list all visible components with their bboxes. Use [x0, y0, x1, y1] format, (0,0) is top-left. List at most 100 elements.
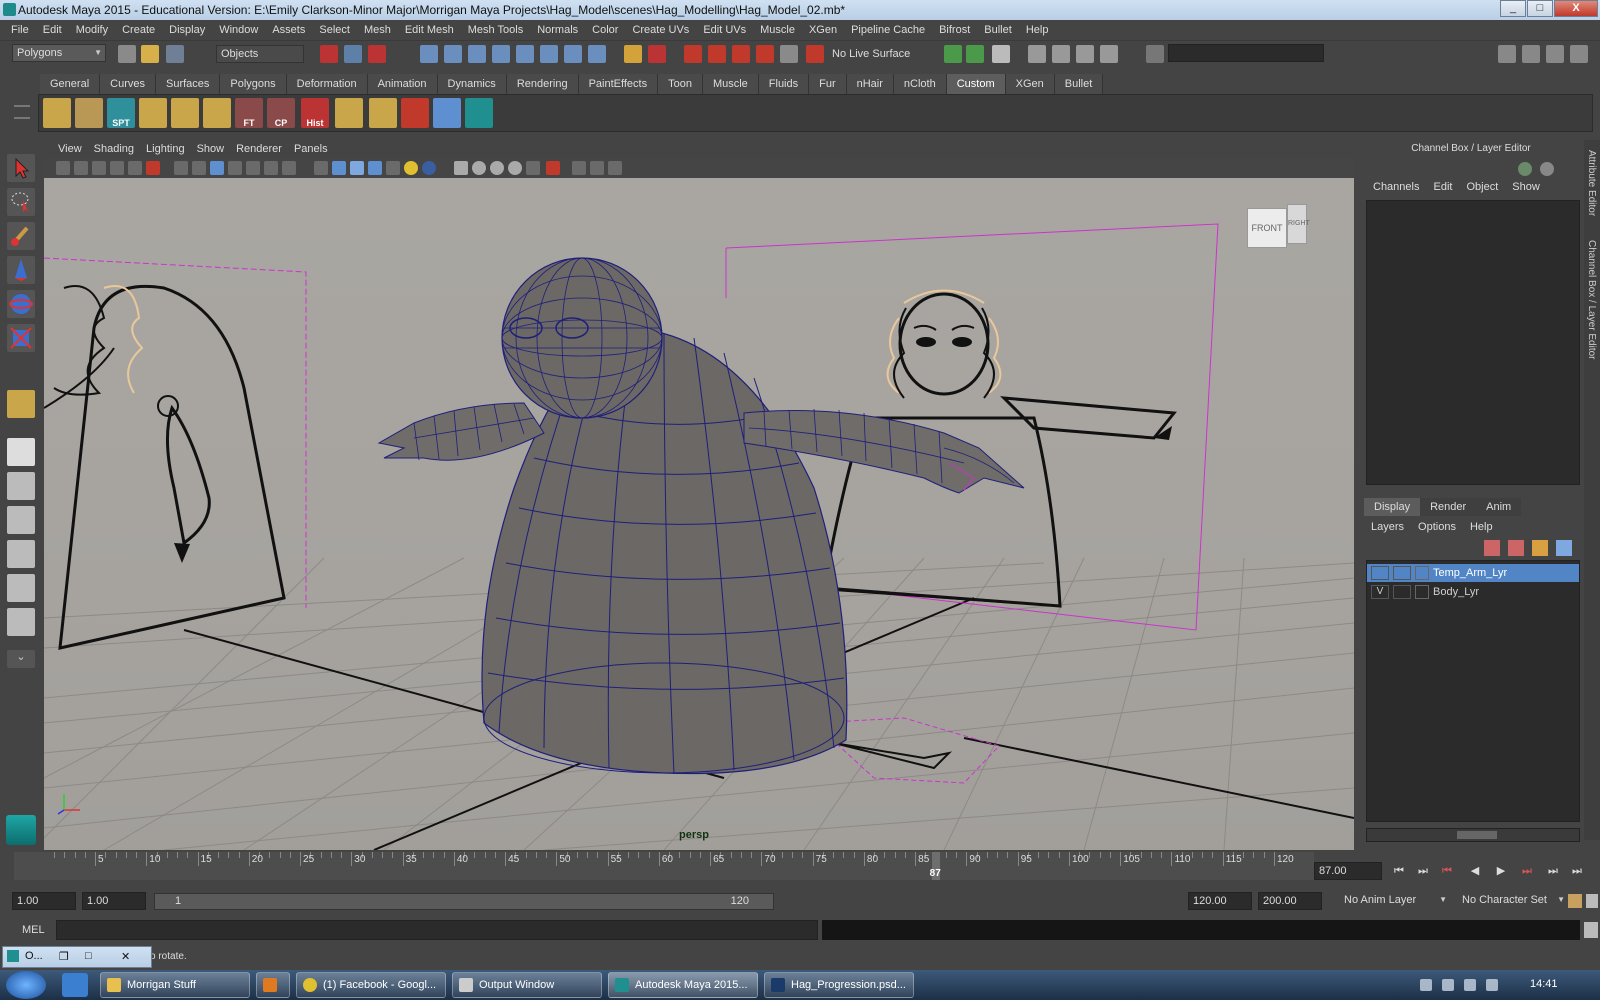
viewcube-front-face[interactable]: FRONT	[1247, 208, 1287, 248]
tab-muscle[interactable]: Muscle	[702, 74, 759, 94]
shelf-texture-icon[interactable]	[75, 98, 103, 128]
auto-key-icon[interactable]	[1568, 894, 1582, 908]
end-time-field[interactable]: 200.00	[1258, 892, 1322, 910]
menuset-dropdown[interactable]: Polygons ▼	[12, 44, 106, 62]
shelf-cp-icon[interactable]: CP	[267, 98, 295, 128]
snap-curve-icon[interactable]	[468, 45, 486, 63]
layer-visibility-toggle[interactable]: V	[1371, 585, 1389, 599]
history-icon[interactable]	[564, 45, 582, 63]
layer-visibility-toggle[interactable]	[1371, 566, 1389, 580]
tab-painteffects[interactable]: PaintEffects	[578, 74, 659, 94]
shadows-icon[interactable]	[422, 161, 436, 175]
snap-view-plane-icon[interactable]	[516, 45, 534, 63]
layout-channel-box-icon[interactable]	[1570, 45, 1588, 63]
perspective-viewport[interactable]: FRONT RIGHT persp	[44, 178, 1354, 850]
layout-hypershade-icon[interactable]	[7, 574, 35, 602]
2d-pan-zoom-icon[interactable]	[128, 161, 142, 175]
xray-joints-icon[interactable]	[546, 161, 560, 175]
tab-surfaces[interactable]: Surfaces	[155, 74, 221, 94]
menu-edit-uvs[interactable]: Edit UVs	[696, 20, 753, 40]
command-line-input[interactable]	[56, 920, 818, 940]
channel-box-menu-object[interactable]: Object	[1459, 178, 1505, 196]
new-scene-icon[interactable]	[118, 45, 136, 63]
shelf-unfold-icon[interactable]	[203, 98, 231, 128]
range-slider[interactable]: 1 120	[154, 893, 774, 910]
shelf-uv-layout-icon[interactable]	[171, 98, 199, 128]
shelf-menu-handle[interactable]	[12, 95, 32, 131]
menu-xgen[interactable]: XGen	[802, 20, 844, 40]
taskbar-chrome-facebook[interactable]: (1) Facebook - Googl...	[296, 972, 446, 998]
menu-display[interactable]: Display	[162, 20, 212, 40]
depth-of-field-icon[interactable]	[526, 161, 540, 175]
antialiasing-icon[interactable]	[508, 161, 522, 175]
shelf-maya-icon[interactable]	[465, 98, 493, 128]
go-to-end-button[interactable]: ⏭	[1566, 862, 1588, 880]
current-frame-field[interactable]: 87.00	[1314, 862, 1382, 880]
tab-render[interactable]: Render	[1420, 498, 1477, 516]
rotate-tool-icon[interactable]	[7, 290, 35, 318]
field-chart-icon[interactable]	[246, 161, 260, 175]
lasso-tool-icon[interactable]	[7, 188, 35, 216]
panel-menu-renderer[interactable]: Renderer	[230, 140, 288, 158]
tab-toon[interactable]: Toon	[658, 74, 703, 94]
time-slider[interactable]: 5 10 15 20 25 30 35 40 45 50 55 60 65 70 75 80 85 90 95 100…	[14, 852, 1314, 880]
attribute-editor-tab[interactable]: Attribute Editor	[1586, 150, 1597, 216]
select-by-hierarchy-icon[interactable]	[320, 45, 338, 63]
start-button[interactable]	[6, 971, 46, 999]
channel-box-dock-icon[interactable]	[1518, 162, 1532, 176]
menu-bifrost[interactable]: Bifrost	[932, 20, 977, 40]
show-hidden-icons-icon[interactable]	[1420, 979, 1432, 991]
menu-file[interactable]: File	[4, 20, 36, 40]
ipr-icon[interactable]	[1100, 45, 1118, 63]
xray-icon[interactable]	[368, 161, 382, 175]
snap-align-icon[interactable]	[732, 45, 750, 63]
panel-menu-shading[interactable]: Shading	[88, 140, 140, 158]
layout-single-icon[interactable]	[1498, 45, 1516, 63]
use-default-material-icon[interactable]	[608, 161, 622, 175]
menu-normals[interactable]: Normals	[530, 20, 585, 40]
layout-four-view-icon[interactable]	[7, 472, 35, 500]
move-layer-down-icon[interactable]	[1508, 540, 1524, 556]
selection-mode-field[interactable]: Objects	[216, 45, 304, 63]
menu-bullet[interactable]: Bullet	[977, 20, 1019, 40]
menu-create-uvs[interactable]: Create UVs	[625, 20, 696, 40]
safe-title-icon[interactable]	[282, 161, 296, 175]
xray-active-icon[interactable]	[572, 161, 586, 175]
menu-mesh[interactable]: Mesh	[357, 20, 398, 40]
layer-row[interactable]: V Body_Lyr	[1367, 583, 1579, 601]
tab-fluids[interactable]: Fluids	[758, 74, 810, 94]
internet-explorer-icon[interactable]	[62, 973, 88, 997]
character-set-dropdown[interactable]: No Character Set ▼	[1458, 892, 1568, 910]
anim-layer-dropdown[interactable]: No Anim Layer ▼	[1340, 892, 1450, 910]
shelf-uv-icon[interactable]	[43, 98, 71, 128]
quick-rename-field[interactable]	[1168, 44, 1324, 62]
channel-box-layer-editor-tab[interactable]: Channel Box / Layer Editor	[1586, 240, 1597, 360]
smooth-shade-icon[interactable]	[332, 161, 346, 175]
shelf-hist-icon[interactable]: Hist	[301, 98, 329, 128]
taskbar-media-player[interactable]	[256, 972, 290, 998]
script-editor-button[interactable]	[1584, 922, 1598, 938]
scale-tool-icon[interactable]	[7, 324, 35, 352]
tab-general[interactable]: General	[40, 74, 101, 94]
tab-polygons[interactable]: Polygons	[220, 74, 287, 94]
channel-box-menu-channels[interactable]: Channels	[1366, 178, 1426, 196]
pick-mask-icon[interactable]	[420, 45, 438, 63]
layout-tool-settings-icon[interactable]	[1546, 45, 1564, 63]
menu-muscle[interactable]: Muscle	[753, 20, 802, 40]
render-frame-icon[interactable]	[756, 45, 774, 63]
tab-anim[interactable]: Anim	[1476, 498, 1522, 516]
bookmark-icon[interactable]	[92, 161, 106, 175]
select-by-object-icon[interactable]	[344, 45, 362, 63]
layer-editor-scrollbar[interactable]	[1366, 828, 1580, 842]
tab-nhair[interactable]: nHair	[846, 74, 894, 94]
help-query-icon[interactable]	[588, 45, 606, 63]
step-forward-frame-button[interactable]: ⏭	[1516, 862, 1538, 880]
new-layer-from-selection-icon[interactable]	[1556, 540, 1572, 556]
viewcube[interactable]: FRONT RIGHT	[1247, 204, 1310, 252]
taskbar-autodesk-maya[interactable]: Autodesk Maya 2015...	[608, 972, 758, 998]
grease-pencil-icon[interactable]	[146, 161, 160, 175]
panel-menu-panels[interactable]: Panels	[288, 140, 334, 158]
tab-custom[interactable]: Custom	[946, 74, 1006, 94]
render-settings-window-icon[interactable]	[1052, 45, 1070, 63]
tab-deformation[interactable]: Deformation	[286, 74, 368, 94]
